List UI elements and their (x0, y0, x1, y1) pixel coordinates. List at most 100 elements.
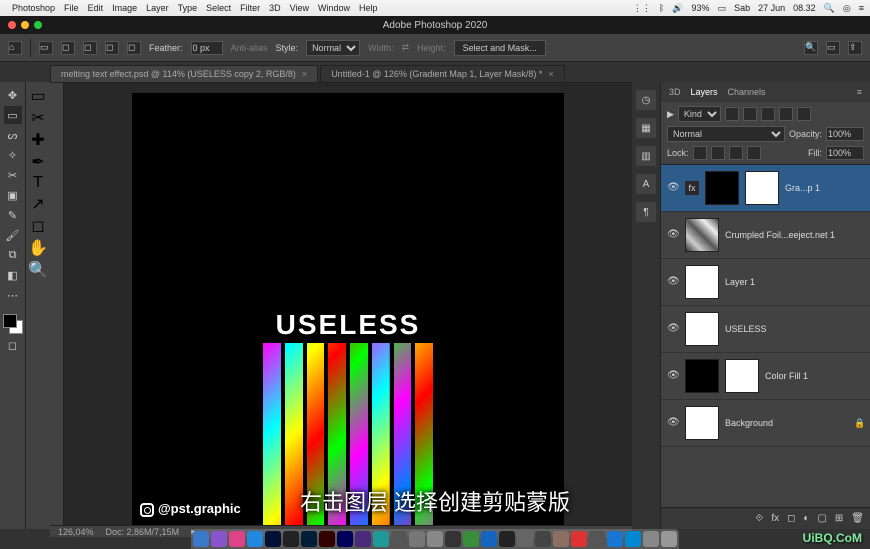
visibility-icon[interactable]: 👁 (667, 182, 679, 194)
menu-window[interactable]: Window (318, 3, 350, 13)
menu-view[interactable]: View (290, 3, 309, 13)
gradient-tool-icon[interactable]: ◧ (4, 266, 22, 284)
filter-shape-icon[interactable] (779, 107, 793, 121)
dock-app-icon[interactable] (409, 531, 425, 547)
bluetooth-icon[interactable]: ᛒ (659, 3, 664, 13)
menu-select[interactable]: Select (206, 3, 231, 13)
shape-tool-icon[interactable]: ◻ (31, 216, 44, 236)
volume-icon[interactable]: 🔊 (672, 3, 683, 14)
tab-layers[interactable]: Layers (691, 87, 718, 97)
visibility-icon[interactable]: 👁 (667, 229, 679, 241)
lasso-tool-icon[interactable]: ᔕ (4, 126, 22, 144)
more-tool-icon[interactable]: ⋯ (4, 286, 22, 304)
new-layer-icon[interactable]: ⊞ (835, 513, 843, 524)
dock-app-icon[interactable] (553, 531, 569, 547)
layer-item[interactable]: 👁 Color Fill 1 (661, 353, 870, 400)
menu-help[interactable]: Help (359, 3, 378, 13)
visibility-icon[interactable]: 👁 (667, 417, 679, 429)
canvas-stage[interactable]: USELESS @pst.graphic (64, 83, 632, 525)
filter-arrow-icon[interactable]: ▶ (667, 109, 674, 120)
color-swatch[interactable] (3, 314, 23, 334)
dock-app-icon[interactable] (427, 531, 443, 547)
tool-preset-icon[interactable]: ▭ (39, 41, 53, 55)
char-panel-icon[interactable]: A (636, 174, 656, 194)
menu-image[interactable]: Image (112, 3, 137, 13)
layer-thumb[interactable] (685, 218, 719, 252)
layer-item[interactable]: 👁 USELESS (661, 306, 870, 353)
layer-name[interactable]: Gra...p 1 (785, 183, 864, 193)
lock-all-icon[interactable] (747, 146, 761, 160)
filter-smart-icon[interactable] (797, 107, 811, 121)
dock-app-icon[interactable] (589, 531, 605, 547)
document[interactable]: USELESS @pst.graphic (132, 93, 564, 525)
select-and-mask-button[interactable]: Select and Mask... (454, 40, 546, 56)
eyedropper-tool-icon[interactable]: ✎ (4, 206, 22, 224)
dock-app-icon[interactable] (463, 531, 479, 547)
intersect-selection-icon[interactable]: ◻ (127, 41, 141, 55)
wand-tool-icon[interactable]: ✧ (4, 146, 22, 164)
dock-app-icon[interactable] (643, 531, 659, 547)
layer-name[interactable]: USELESS (725, 324, 864, 334)
dock-app-icon[interactable] (625, 531, 641, 547)
dock-app-icon[interactable] (211, 531, 227, 547)
close-icon[interactable]: × (548, 69, 553, 79)
menu-file[interactable]: File (64, 3, 79, 13)
wifi-icon[interactable]: ⋮⋮ (633, 3, 651, 14)
dock-app-icon[interactable] (265, 531, 281, 547)
minimize-window-icon[interactable] (21, 21, 29, 29)
layer-thumb[interactable] (705, 171, 739, 205)
type-tool-icon[interactable]: T (33, 174, 43, 192)
dock-app-icon[interactable] (661, 531, 677, 547)
link-layers-icon[interactable]: ⟐ (755, 513, 763, 524)
artboard-tool-icon[interactable]: ▭ (30, 86, 45, 106)
dock-app-icon[interactable] (193, 531, 209, 547)
move-tool-icon[interactable]: ✥ (4, 86, 22, 104)
dock-app-icon[interactable] (373, 531, 389, 547)
home-icon[interactable]: ⌂ (8, 41, 22, 55)
dock-app-icon[interactable] (337, 531, 353, 547)
dock-app-icon[interactable] (571, 531, 587, 547)
share-icon[interactable]: ⇪ (848, 41, 862, 55)
marquee-tool-icon[interactable]: ▭ (4, 106, 22, 124)
dock-app-icon[interactable] (355, 531, 371, 547)
dock-app-icon[interactable] (391, 531, 407, 547)
search-icon[interactable]: 🔍 (804, 41, 818, 55)
app-name[interactable]: Photoshop (12, 3, 55, 13)
tab-doc-2[interactable]: Untitled-1 @ 126% (Gradient Map 1, Layer… (320, 65, 565, 82)
fill-input[interactable] (826, 146, 864, 160)
siri-icon[interactable]: ◎ (843, 3, 851, 14)
tab-doc-1[interactable]: melting text effect.psd @ 114% (USELESS … (50, 65, 318, 82)
tab-3d[interactable]: 3D (669, 87, 681, 97)
close-icon[interactable]: × (302, 69, 307, 79)
zoom-level[interactable]: 126,04% (58, 527, 94, 537)
hand-tool-icon[interactable]: ✋ (28, 238, 48, 258)
new-selection-icon[interactable]: ◻ (61, 41, 75, 55)
dock-app-icon[interactable] (517, 531, 533, 547)
layer-thumb[interactable] (685, 312, 719, 346)
pen-tool-icon[interactable]: ✒ (31, 152, 44, 172)
layer-mask-thumb[interactable] (745, 171, 779, 205)
panel-menu-icon[interactable]: ≡ (857, 87, 862, 97)
lock-pixel-icon[interactable] (711, 146, 725, 160)
clone-tool-icon[interactable]: ⧉ (4, 246, 22, 264)
layer-thumb[interactable] (685, 265, 719, 299)
crop-tool-icon[interactable]: ✂ (4, 166, 22, 184)
layer-item[interactable]: 👁 Background 🔒 (661, 400, 870, 447)
menu-filter[interactable]: Filter (240, 3, 260, 13)
menu-layer[interactable]: Layer (146, 3, 169, 13)
layer-item[interactable]: 👁 Layer 1 (661, 259, 870, 306)
layer-fx-badge[interactable]: fx (685, 181, 699, 195)
frame-tool-icon[interactable]: ▣ (4, 186, 22, 204)
workspace-icon[interactable]: ▭ (826, 41, 840, 55)
doc-size[interactable]: Doc: 2,86M/7,15M (106, 527, 180, 537)
subtract-selection-icon[interactable]: ◻ (105, 41, 119, 55)
ruler-vertical[interactable] (50, 83, 64, 525)
add-selection-icon[interactable]: ◻ (83, 41, 97, 55)
menu-edit[interactable]: Edit (88, 3, 104, 13)
dock-app-icon[interactable] (481, 531, 497, 547)
kind-filter[interactable]: Kind (678, 106, 721, 122)
layer-name[interactable]: Background (725, 418, 848, 428)
dock-app-icon[interactable] (607, 531, 623, 547)
dock-app-icon[interactable] (445, 531, 461, 547)
filter-pixel-icon[interactable] (725, 107, 739, 121)
